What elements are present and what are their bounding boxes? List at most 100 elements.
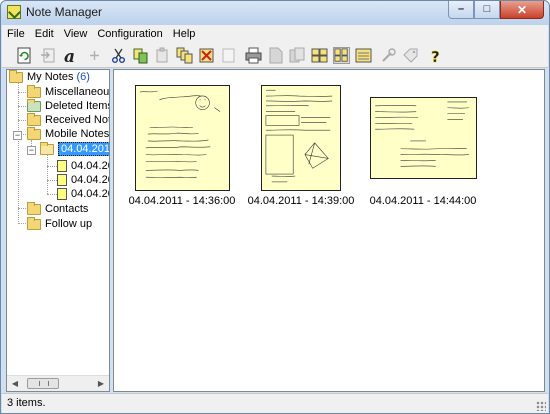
tree-item-my-notes[interactable]: My Notes (6): [9, 70, 90, 84]
resize-grip-icon[interactable]: [536, 401, 546, 411]
tree-item-follow-up[interactable]: Follow up: [27, 216, 92, 231]
font-button[interactable]: a: [62, 47, 79, 67]
blank-disabled-icon: [222, 48, 235, 63]
tree-item-note[interactable]: 04.04.20: [57, 187, 110, 201]
folder-icon: [27, 112, 41, 126]
tree-connector: [47, 154, 48, 194]
copy-button[interactable]: [132, 47, 149, 64]
tree-item-label: My Notes: [27, 71, 74, 83]
tools-button[interactable]: [380, 47, 397, 64]
scrollbar-thumb[interactable]: [27, 378, 59, 389]
tree-item-label: Miscellaneous: [45, 86, 110, 98]
handwritten-note-image: [375, 101, 469, 167]
folder-tree[interactable]: My Notes (6) Miscellaneous Deleted Items…: [6, 69, 110, 392]
tree-item-label: Deleted Items: [45, 100, 110, 112]
print-icon: [245, 47, 262, 64]
note-icon: [57, 160, 67, 172]
svg-text:a: a: [64, 47, 75, 64]
tag-button[interactable]: [402, 47, 419, 64]
notes-view[interactable]: 04.04.2011 - 14:36:00 04.04.2011 - 14:39…: [113, 69, 545, 392]
maximize-icon: □: [483, 3, 491, 15]
scroll-left-icon[interactable]: ◀: [7, 376, 23, 391]
tree-item-received-notes[interactable]: Received Notes: [27, 112, 109, 127]
paste-button[interactable]: [154, 47, 171, 64]
view-large-button[interactable]: [311, 47, 328, 64]
menu-view[interactable]: View: [64, 28, 88, 40]
open-folder-icon: [40, 141, 54, 155]
menu-configuration[interactable]: Configuration: [97, 28, 162, 40]
print-button[interactable]: [245, 47, 262, 64]
notes-count: (6): [76, 71, 90, 83]
page-disabled-icon: [269, 47, 283, 64]
horizontal-scrollbar[interactable]: ◀ ▶: [7, 375, 109, 391]
tree-item-label: Contacts: [45, 203, 89, 215]
view-medium-button[interactable]: [333, 47, 350, 64]
note-caption: 04.04.2011 - 14:39:00: [247, 195, 355, 207]
app-icon: [7, 5, 21, 19]
tree-item-contacts[interactable]: Contacts: [27, 201, 89, 216]
export-disabled-icon: [41, 48, 55, 63]
handwritten-note-image: [139, 90, 221, 178]
note-thumbnail[interactable]: [370, 97, 477, 179]
tree-connector: [18, 82, 19, 224]
tree-item-label: Received Notes: [45, 114, 109, 126]
help-button[interactable]: ?: [427, 47, 444, 67]
window-title: Note Manager: [26, 5, 103, 19]
tag-disabled-icon: [403, 48, 418, 63]
view-small-button[interactable]: [355, 47, 372, 64]
add-disabled-icon: [90, 51, 99, 60]
close-icon: ✕: [516, 3, 528, 17]
cut-icon: [112, 48, 125, 63]
pages-button[interactable]: [289, 47, 306, 64]
status-bar: 3 items.: [2, 393, 548, 413]
add-button[interactable]: [86, 47, 103, 64]
tree-item-miscellaneous[interactable]: Miscellaneous: [27, 84, 110, 99]
note-icon: [57, 188, 67, 200]
maximize-button[interactable]: □: [474, 1, 500, 19]
tree-item-date-folder[interactable]: 04.04.2011: [40, 141, 109, 156]
note-thumbnail[interactable]: [261, 85, 341, 191]
tree-item-label: 04.04.2011: [58, 142, 109, 156]
tree-item-label: 04.04.20: [71, 188, 110, 200]
scroll-right-icon[interactable]: ▶: [93, 376, 109, 391]
folder-icon: [27, 216, 41, 230]
menu-file[interactable]: File: [7, 28, 25, 40]
folder-icon: [27, 84, 41, 98]
delete-icon: [199, 48, 214, 63]
export-button[interactable]: [40, 47, 57, 64]
view-large-icon: [311, 48, 328, 63]
folder-icon: [27, 201, 41, 215]
collapse-icon[interactable]: −: [27, 146, 36, 155]
tree-item-note[interactable]: 04.04.20: [57, 159, 109, 173]
tree-connector: [47, 194, 57, 195]
minimize-button[interactable]: –: [448, 1, 474, 19]
blank-button[interactable]: [220, 47, 237, 64]
svg-text:?: ?: [431, 48, 440, 64]
copy-icon: [133, 48, 148, 64]
tree-item-note[interactable]: 04.04.20: [57, 173, 110, 187]
cut-button[interactable]: [110, 47, 127, 64]
note-thumbnail[interactable]: [135, 85, 230, 191]
minimize-icon: –: [457, 3, 465, 15]
title-bar[interactable]: Note Manager – □ ✕: [1, 1, 549, 25]
close-button[interactable]: ✕: [500, 1, 544, 19]
tree-item-deleted-items[interactable]: Deleted Items: [27, 98, 110, 113]
multi-copy-icon: [176, 47, 193, 64]
menu-help[interactable]: Help: [173, 28, 196, 40]
tree-connector: [47, 180, 57, 181]
help-icon: ?: [431, 48, 440, 67]
menu-edit[interactable]: Edit: [35, 28, 54, 40]
tree-item-mobile-notes[interactable]: Mobile Notes (: [27, 126, 109, 141]
view-small-icon: [355, 48, 372, 63]
pages-disabled-icon: [289, 47, 305, 63]
refresh-button[interactable]: [16, 47, 33, 64]
delete-button[interactable]: [198, 47, 215, 64]
menu-bar: File Edit View Configuration Help: [2, 25, 548, 43]
tree-item-label: 04.04.20: [71, 174, 110, 186]
page-button[interactable]: [267, 47, 284, 64]
collapse-icon[interactable]: −: [13, 131, 22, 140]
multi-copy-button[interactable]: [176, 47, 193, 64]
folder-icon: [27, 126, 41, 140]
note-icon: [57, 174, 67, 186]
tools-disabled-icon: [382, 48, 396, 62]
